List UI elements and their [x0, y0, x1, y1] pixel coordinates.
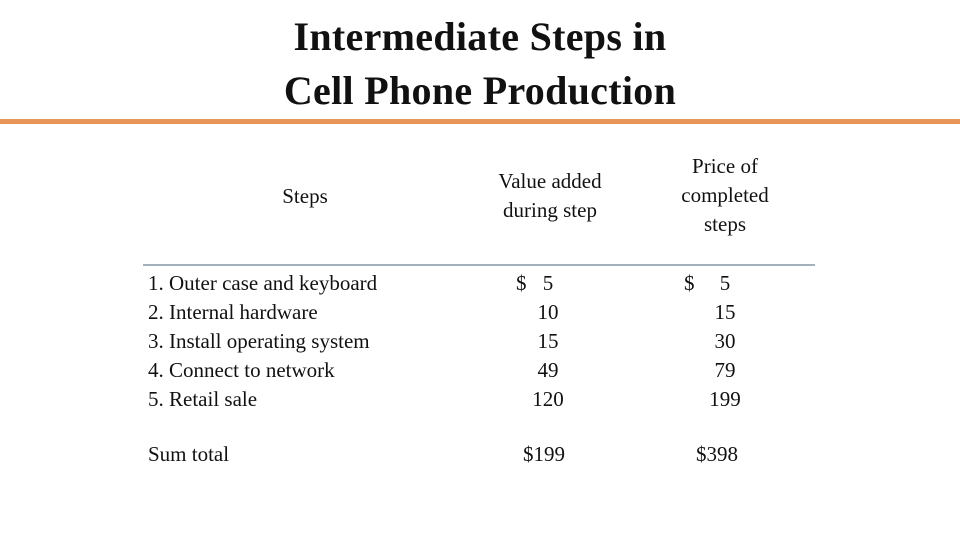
price-cell: 30 — [714, 329, 736, 353]
sum-total-label: Sum total — [148, 442, 230, 466]
slide-title: Intermediate Steps in Cell Phone Product… — [0, 10, 960, 118]
header-value-added-line-1: Value added — [498, 169, 602, 193]
sum-total-price: $398 — [696, 442, 738, 466]
header-price-line-3: steps — [704, 212, 746, 236]
sum-total-value-added: $199 — [523, 442, 565, 466]
step-name: 5. Retail sale — [148, 387, 258, 411]
header-price-line-1: Price of — [692, 154, 758, 178]
header-value-added: Value added during step — [470, 167, 630, 225]
header-value-added-line-2: during step — [503, 198, 597, 222]
price-cell: 15 — [714, 300, 736, 324]
header-divider — [143, 264, 815, 266]
header-price-line-2: completed — [681, 183, 769, 207]
slide-title-line-1: Intermediate Steps in — [293, 14, 667, 59]
price-cell: 199 — [709, 387, 741, 411]
step-name: 2. Internal hardware — [148, 300, 318, 324]
currency-symbol: $ — [684, 271, 695, 295]
header-steps-label: Steps — [282, 184, 328, 208]
price-cell: 79 — [714, 358, 736, 382]
header-steps: Steps — [240, 182, 370, 211]
step-name: 1. Outer case and keyboard — [148, 271, 378, 295]
value-added-cell: 10 — [537, 300, 559, 324]
header-price: Price of completed steps — [655, 152, 795, 239]
sum-total-row: Sum total $199 $398 — [148, 440, 848, 469]
value-added-cell: 15 — [537, 329, 559, 353]
price-cell: 5 — [719, 271, 731, 295]
value-added-cell: 120 — [532, 387, 564, 411]
value-added-cell: 5 — [542, 271, 554, 295]
step-name: 3. Install operating system — [148, 329, 370, 353]
value-added-cell: 49 — [537, 358, 559, 382]
title-accent-rule — [0, 119, 960, 124]
step-name: 4. Connect to network — [148, 358, 335, 382]
slide-title-line-2: Cell Phone Production — [283, 68, 677, 113]
